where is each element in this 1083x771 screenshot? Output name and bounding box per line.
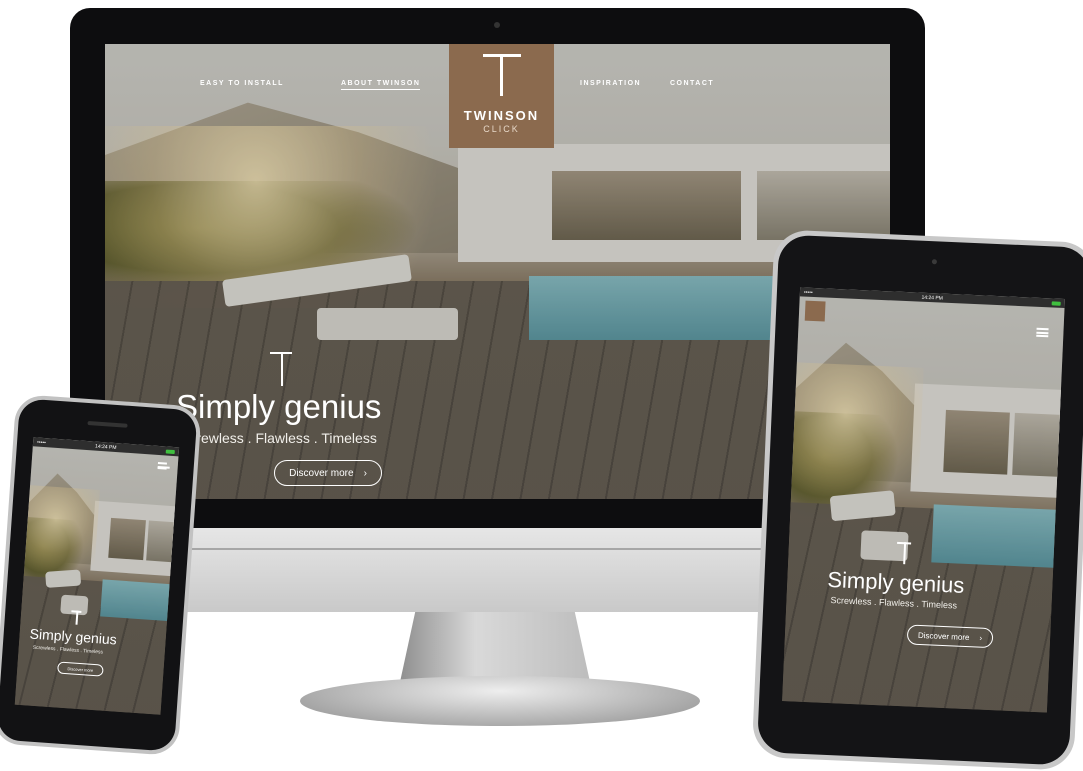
tablet-discover-more-label: Discover more xyxy=(917,630,970,642)
twinson-logo[interactable]: TWINSON CLICK xyxy=(449,44,554,148)
phone-discover-more-label: Discover more xyxy=(67,665,94,673)
nav-link-contact[interactable]: CONTACT xyxy=(670,80,714,87)
logo-name: TWINSON xyxy=(463,108,540,123)
phone-carrier: ••••• xyxy=(36,439,47,446)
hero-title: Simply genius xyxy=(176,388,382,425)
monitor-stand-neck xyxy=(400,612,590,682)
nav-link-easy-to-install[interactable]: EASY TO INSTALL xyxy=(200,80,284,87)
battery-icon xyxy=(165,449,175,454)
phone-hero-image: ••••• 14:24 PM Simply genius Screwless .… xyxy=(14,437,180,715)
monitor-camera xyxy=(494,22,500,28)
tablet-logo[interactable] xyxy=(804,300,826,322)
tablet-device: ••••• 14:24 PM Simply genius Screwless .… xyxy=(751,229,1083,771)
hero-subtitle: Screwless . Flawless . Timeless xyxy=(180,430,377,446)
tablet-time: 14:24 PM xyxy=(921,294,944,302)
logo-sub: CLICK xyxy=(483,124,520,134)
chevron-right-icon: › xyxy=(363,467,367,479)
phone-speaker xyxy=(87,420,128,428)
tablet-camera xyxy=(931,259,938,265)
tablet-hero-t-icon xyxy=(896,542,911,565)
phone-hero-t-icon xyxy=(70,610,81,625)
monitor-stand-base xyxy=(300,676,700,726)
phone-time: 14:24 PM xyxy=(94,443,117,451)
chevron-right-icon: › xyxy=(979,633,983,643)
logo-t-icon xyxy=(482,54,521,96)
hamburger-menu-icon[interactable] xyxy=(1036,327,1049,338)
tablet-discover-more-button[interactable]: Discover more › xyxy=(906,624,994,649)
hero-t-icon xyxy=(270,352,292,386)
discover-more-label: Discover more xyxy=(289,467,354,479)
tablet-hero-image: ••••• 14:24 PM Simply genius Screwless .… xyxy=(782,287,1065,713)
hamburger-menu-icon[interactable] xyxy=(157,461,168,470)
nav-link-inspiration[interactable]: INSPIRATION xyxy=(580,80,641,87)
battery-icon xyxy=(1051,300,1061,306)
nav-link-about-twinson[interactable]: ABOUT TWINSON xyxy=(341,80,421,90)
tablet-carrier: ••••• xyxy=(803,289,813,296)
phone-device: ••••• 14:24 PM Simply genius Screwless .… xyxy=(0,393,202,757)
discover-more-button[interactable]: Discover more › xyxy=(274,460,382,486)
